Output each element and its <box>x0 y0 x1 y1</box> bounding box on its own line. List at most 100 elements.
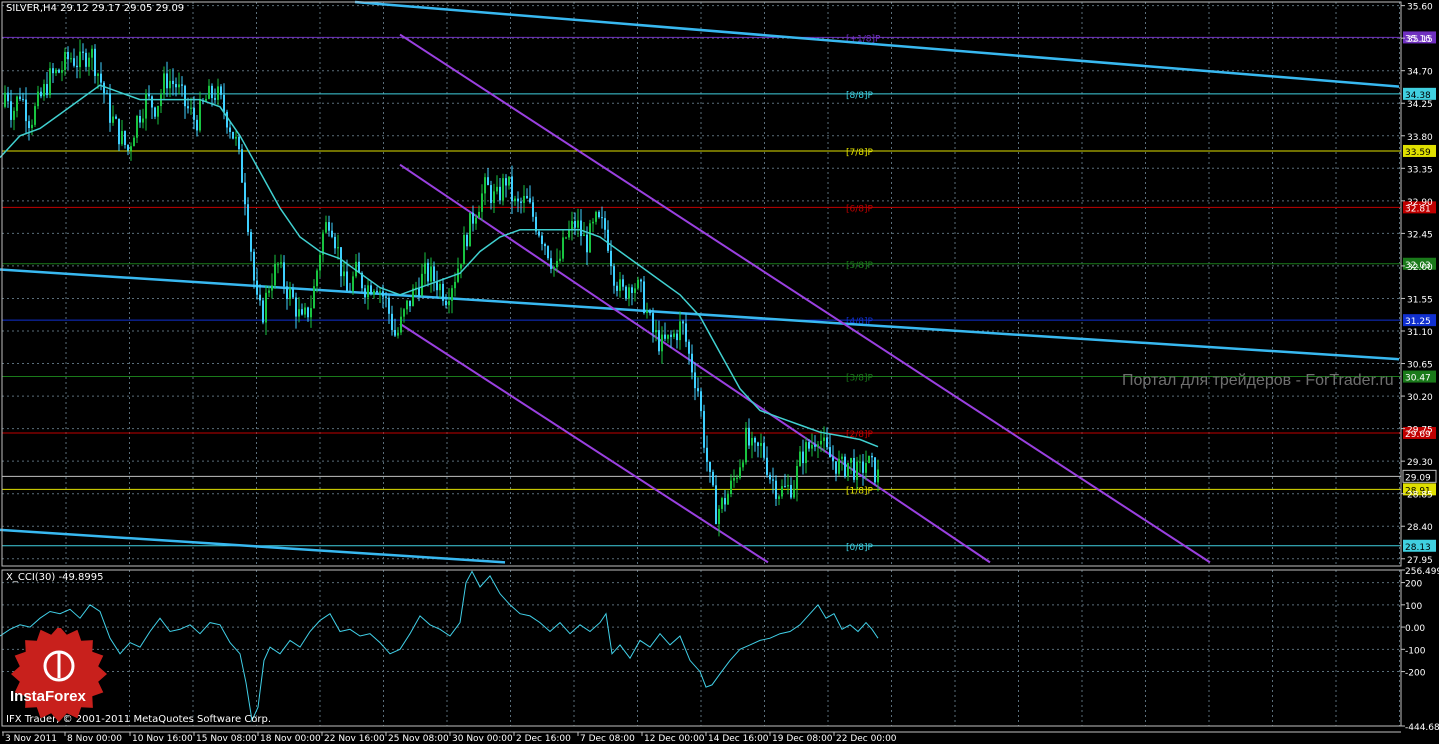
candle-body <box>643 281 645 313</box>
candle-body <box>541 235 543 244</box>
candle-body <box>25 99 27 122</box>
candle-body <box>625 286 627 299</box>
candle-body <box>7 92 9 102</box>
candle-body <box>49 68 51 96</box>
candle-body <box>847 462 849 477</box>
time-tick-label: 14 Dec 16:00 <box>708 734 769 744</box>
time-tick-label: 12 Dec 00:00 <box>644 734 705 744</box>
candle-body <box>301 309 303 315</box>
murrey-label: [1/8]P <box>846 486 874 496</box>
time-tick-label: 7 Dec 08:00 <box>580 734 635 744</box>
candle-body <box>721 498 723 509</box>
candle-body <box>823 437 825 441</box>
candle-body <box>547 246 549 259</box>
candle-body <box>307 307 309 318</box>
candle-body <box>508 176 510 186</box>
instaforex-logo-icon <box>11 628 107 722</box>
candle-body <box>622 279 624 287</box>
candle-body <box>874 457 876 483</box>
candle-body <box>4 92 6 107</box>
price-tag-label: 28.13 <box>1405 543 1431 553</box>
candle-body <box>730 480 732 495</box>
candle-body <box>121 131 123 145</box>
candle-body <box>640 279 642 282</box>
candle-body <box>727 494 729 505</box>
candle-body <box>751 437 753 446</box>
candle-body <box>601 217 603 219</box>
candle-body <box>673 333 675 337</box>
candle-body <box>73 58 75 66</box>
candle-body <box>775 480 777 499</box>
candle-body <box>757 442 759 446</box>
candle-body <box>253 251 255 281</box>
candle-body <box>484 177 486 194</box>
candle-body <box>64 51 66 71</box>
candle-body <box>184 85 186 107</box>
candle-body <box>136 116 138 138</box>
candle-body <box>313 286 315 309</box>
murrey-label: [6/8]P <box>846 204 874 214</box>
candle-body <box>871 455 873 458</box>
candle-body <box>778 496 780 499</box>
candle-body <box>34 106 36 125</box>
candle-body <box>589 223 591 253</box>
candle-body <box>736 477 738 479</box>
time-tick-label: 10 Nov 16:00 <box>132 734 193 744</box>
candle-body <box>604 218 606 230</box>
candle-body <box>118 118 120 145</box>
candle-body <box>679 321 681 341</box>
candle-body <box>574 221 576 228</box>
price-tag-label: 30.47 <box>1405 374 1431 384</box>
candle-body <box>442 283 444 301</box>
candle-body <box>595 211 597 222</box>
candle-body <box>514 198 516 202</box>
candle-body <box>856 461 858 480</box>
candle-body <box>391 313 393 330</box>
candle-body <box>79 51 81 68</box>
time-tick-label: 25 Nov 08:00 <box>388 734 449 744</box>
candle-body <box>499 186 501 201</box>
candle-body <box>106 93 108 95</box>
candle-body <box>61 70 63 73</box>
candle-body <box>790 485 792 498</box>
candle-body <box>811 444 813 449</box>
murrey-label: [0/8]P <box>846 543 874 553</box>
price-tick-label: 28.40 <box>1407 523 1433 533</box>
candle-body <box>583 234 585 237</box>
candle-body <box>472 212 474 224</box>
candle-body <box>562 237 564 259</box>
candle-body <box>763 443 765 458</box>
price-tick-label: 29.30 <box>1407 458 1433 468</box>
candle-body <box>553 267 555 269</box>
candle-body <box>94 48 96 76</box>
candle-body <box>628 287 630 299</box>
time-tick-label: 2 Dec 16:00 <box>516 734 571 744</box>
candle-body <box>103 82 105 94</box>
candle-body <box>304 307 306 315</box>
candle-body <box>664 334 666 339</box>
candle-body <box>646 310 648 313</box>
candle-body <box>268 290 270 293</box>
candle-body <box>805 442 807 464</box>
candle-body <box>565 237 567 239</box>
candle-body <box>346 271 348 291</box>
candle-body <box>529 198 531 203</box>
candle-body <box>802 451 804 464</box>
candle-body <box>262 300 264 323</box>
candle-body <box>814 444 816 447</box>
candle-body <box>319 254 321 271</box>
candle-body <box>187 106 189 109</box>
candle-body <box>697 388 699 392</box>
price-tick-label: 34.25 <box>1407 100 1433 110</box>
candle-body <box>58 69 60 73</box>
candle-body <box>28 121 30 129</box>
price-tick-label: 32.00 <box>1407 263 1433 273</box>
candle-body <box>142 118 144 123</box>
price-tick-label: 30.20 <box>1407 393 1433 403</box>
candle-body <box>520 201 522 203</box>
candle-body <box>382 291 384 297</box>
candle-body <box>214 98 216 100</box>
candle-body <box>208 85 210 99</box>
candle-body <box>373 290 375 295</box>
candle-body <box>112 116 114 123</box>
